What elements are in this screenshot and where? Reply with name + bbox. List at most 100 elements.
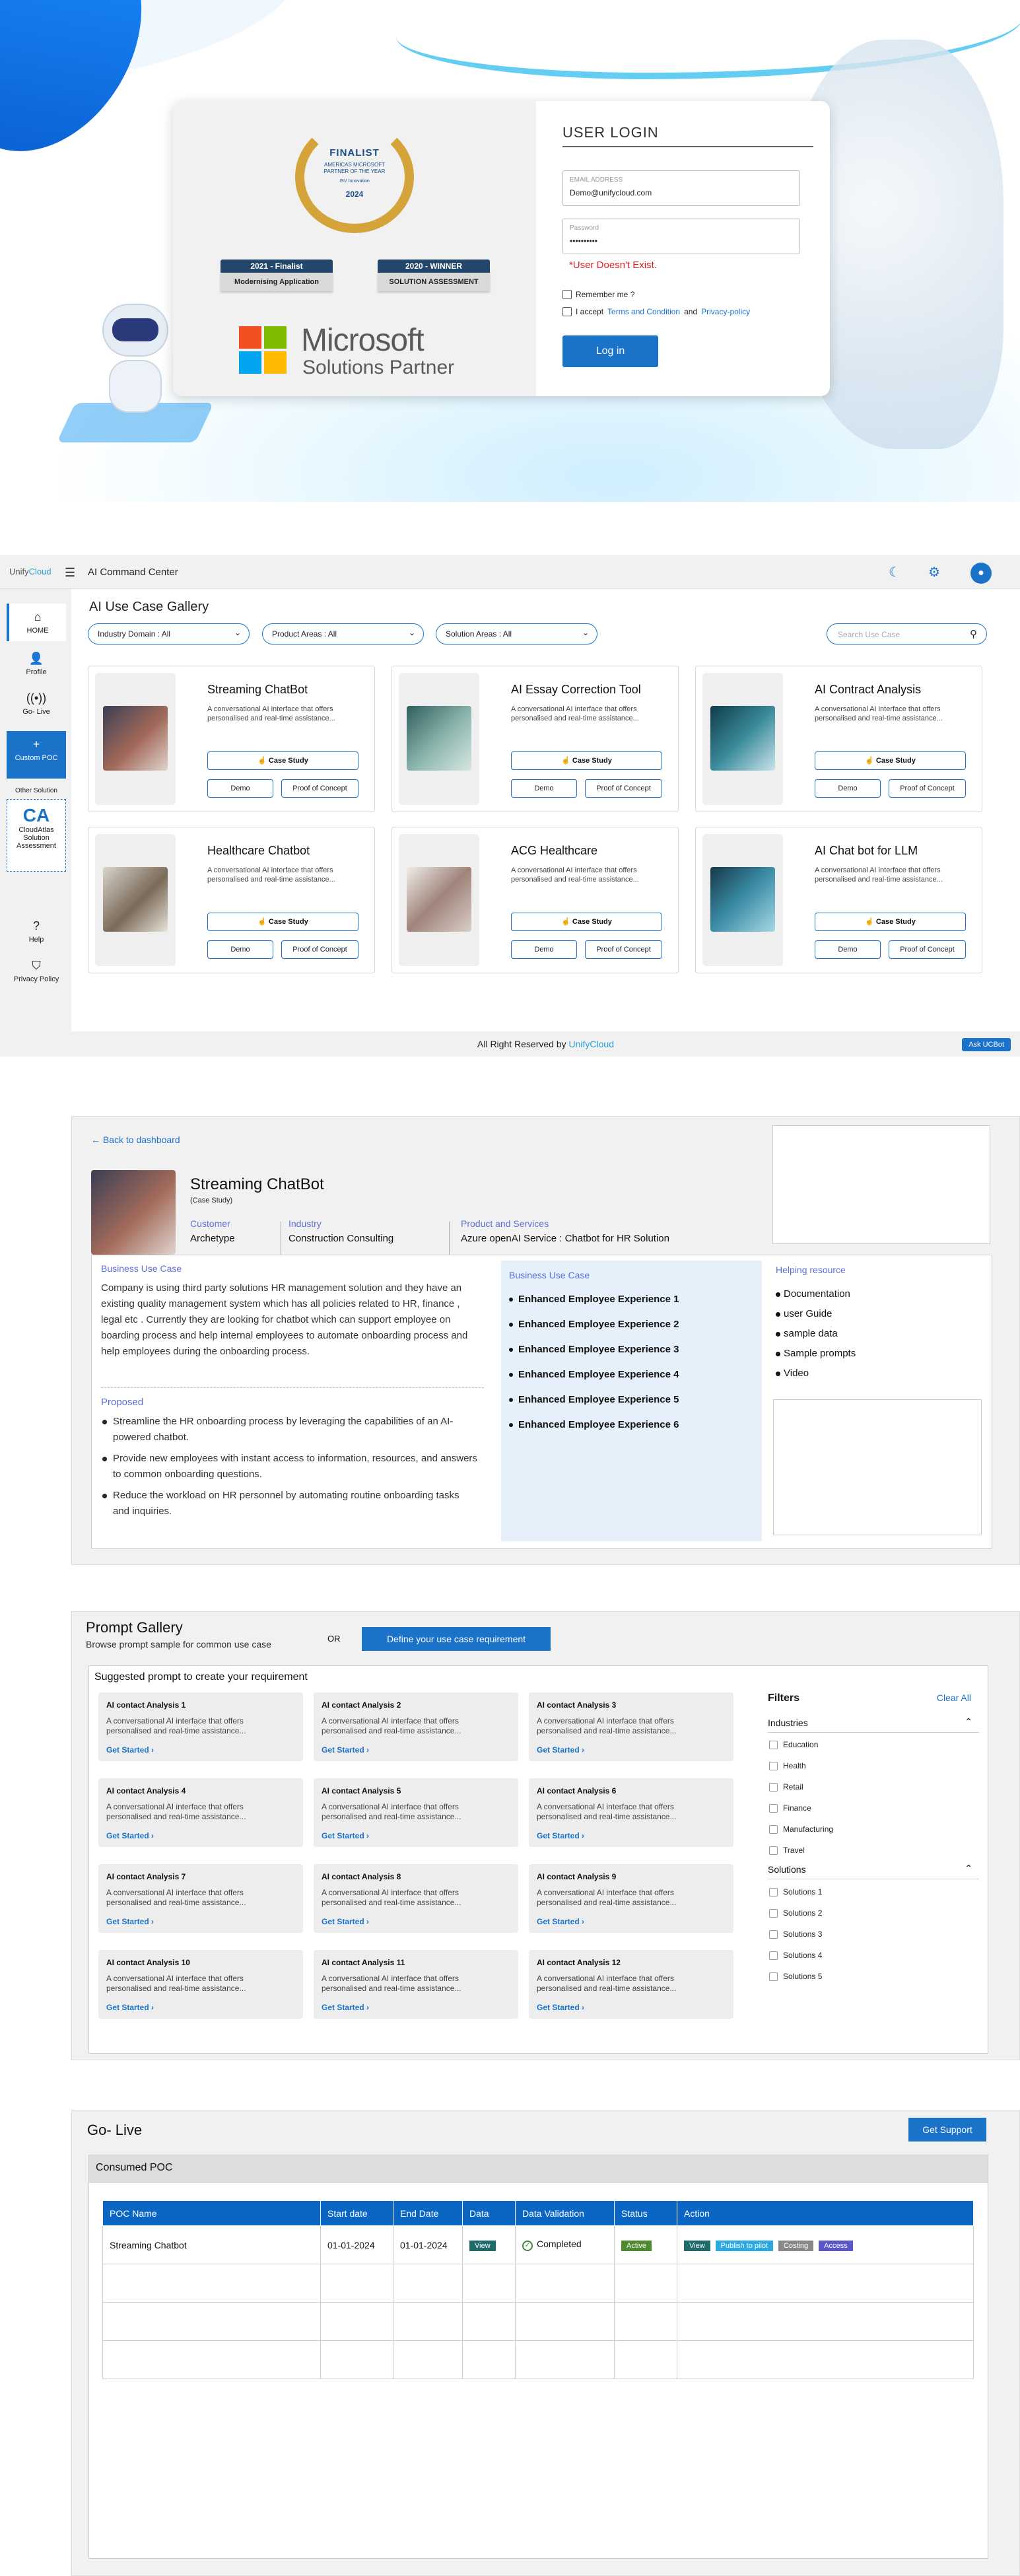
filter-option[interactable]: Finance [769, 1803, 811, 1813]
gear-icon[interactable]: ⚙ [924, 563, 944, 582]
get-started-link[interactable]: Get Started › [322, 1917, 369, 1926]
filter-option[interactable]: Retail [769, 1782, 803, 1792]
get-started-link[interactable]: Get Started › [106, 1745, 154, 1755]
search-input[interactable]: Search Use Case ⚲ [827, 623, 987, 644]
sidebar-item-cloudatlas[interactable]: CA CloudAtlas Solution Assessment [7, 799, 66, 872]
filter-checkbox[interactable] [769, 1908, 778, 1918]
sidebar-item-custom-poc[interactable]: + Custom POC [7, 731, 66, 779]
filter-option[interactable]: Travel [769, 1846, 805, 1855]
get-started-link[interactable]: Get Started › [537, 1745, 584, 1755]
filter-option[interactable]: Health [769, 1761, 806, 1770]
get-started-link[interactable]: Get Started › [537, 1831, 584, 1840]
filter-option[interactable]: Solutions 3 [769, 1930, 822, 1939]
get-support-button[interactable]: Get Support [908, 2118, 986, 2141]
use-case-card[interactable]: AI Contract Analysis A conversational AI… [695, 666, 982, 812]
get-started-link[interactable]: Get Started › [106, 2003, 154, 2012]
prompt-card[interactable]: AI contact Analysis 3 A conversational A… [529, 1692, 733, 1761]
back-link[interactable]: ← Back to dashboard [91, 1134, 180, 1145]
filter-checkbox[interactable] [769, 1782, 778, 1792]
case-study-button[interactable]: ☝ Case Study [815, 751, 966, 770]
filter-checkbox[interactable] [769, 1846, 778, 1855]
solution-areas-dropdown[interactable]: Solution Areas : All ⌄ [436, 623, 597, 644]
demo-button[interactable]: Demo [511, 940, 577, 959]
prompt-card[interactable]: AI contact Analysis 8 A conversational A… [314, 1864, 518, 1933]
access-button[interactable]: Access [819, 2240, 853, 2251]
data-view-button[interactable]: View [469, 2240, 496, 2251]
case-study-button[interactable]: ☝ Case Study [511, 913, 662, 931]
sidebar-item-home[interactable]: ⌂ HOME [7, 604, 66, 641]
filter-option[interactable]: Solutions 1 [769, 1887, 822, 1897]
search-icon[interactable]: ⚲ [970, 628, 977, 640]
sidebar-item-profile[interactable]: 👤 Profile [7, 652, 66, 676]
use-case-card[interactable]: Healthcare Chatbot A conversational AI i… [88, 827, 375, 973]
prompt-card[interactable]: AI contact Analysis 1 A conversational A… [98, 1692, 303, 1761]
define-use-case-button[interactable]: Define your use case requirement [362, 1627, 551, 1651]
menu-icon[interactable]: ☰ [65, 566, 75, 580]
get-started-link[interactable]: Get Started › [322, 1745, 369, 1755]
remember-checkbox[interactable] [562, 290, 572, 299]
password-field[interactable]: Password •••••••••• [562, 219, 800, 254]
filter-option[interactable]: Solutions 2 [769, 1908, 822, 1918]
email-field[interactable]: EMAIL ADDRESS Demo@unifycloud.com [562, 170, 800, 206]
demo-button[interactable]: Demo [511, 779, 577, 798]
costing-button[interactable]: Costing [778, 2240, 814, 2251]
filter-option[interactable]: Solutions 5 [769, 1972, 822, 1981]
solutions-group[interactable]: Solutions ⌃ [768, 1863, 979, 1875]
clear-all-link[interactable]: Clear All [937, 1692, 971, 1703]
case-study-button[interactable]: ☝ Case Study [207, 913, 358, 931]
proof-of-concept-button[interactable]: Proof of Concept [889, 779, 966, 798]
proof-of-concept-button[interactable]: Proof of Concept [281, 940, 358, 959]
terms-checkbox[interactable] [562, 307, 572, 316]
proof-of-concept-button[interactable]: Proof of Concept [585, 940, 662, 959]
prompt-card[interactable]: AI contact Analysis 12 A conversational … [529, 1950, 733, 2019]
use-case-card[interactable]: AI Essay Correction Tool A conversationa… [391, 666, 679, 812]
resource-link[interactable]: Video [776, 1368, 856, 1387]
demo-button[interactable]: Demo [815, 940, 881, 959]
prompt-card[interactable]: AI contact Analysis 2 A conversational A… [314, 1692, 518, 1761]
proof-of-concept-button[interactable]: Proof of Concept [281, 779, 358, 798]
filter-checkbox[interactable] [769, 1825, 778, 1834]
sidebar-item-help[interactable]: ? Help [7, 919, 66, 944]
sidebar-item-privacy[interactable]: ⛉ Privacy Policy [7, 959, 66, 983]
prompt-card[interactable]: AI contact Analysis 10 A conversational … [98, 1950, 303, 2019]
filter-option[interactable]: Solutions 4 [769, 1951, 822, 1960]
sidebar-item-golive[interactable]: ((•)) Go- Live [7, 691, 66, 716]
industry-domain-dropdown[interactable]: Industry Domain : All ⌄ [88, 623, 250, 644]
login-button[interactable]: Log in [562, 335, 658, 367]
resource-link[interactable]: Documentation [776, 1288, 856, 1308]
case-study-button[interactable]: ☝ Case Study [511, 751, 662, 770]
filter-checkbox[interactable] [769, 1740, 778, 1749]
resource-link[interactable]: user Guide [776, 1308, 856, 1328]
filter-checkbox[interactable] [769, 1930, 778, 1939]
filter-checkbox[interactable] [769, 1972, 778, 1981]
get-started-link[interactable]: Get Started › [106, 1831, 154, 1840]
use-case-card[interactable]: ACG Healthcare A conversational AI inter… [391, 827, 679, 973]
view-button[interactable]: View [684, 2240, 710, 2251]
case-study-button[interactable]: ☝ Case Study [815, 913, 966, 931]
ask-ucbot-button[interactable]: Ask UCBot [962, 1038, 1011, 1051]
filter-checkbox[interactable] [769, 1761, 778, 1770]
filter-checkbox[interactable] [769, 1887, 778, 1897]
prompt-card[interactable]: AI contact Analysis 7 A conversational A… [98, 1864, 303, 1933]
prompt-card[interactable]: AI contact Analysis 11 A conversational … [314, 1950, 518, 2019]
demo-button[interactable]: Demo [207, 779, 273, 798]
proof-of-concept-button[interactable]: Proof of Concept [585, 779, 662, 798]
filter-option[interactable]: Manufacturing [769, 1825, 833, 1834]
case-study-button[interactable]: ☝ Case Study [207, 751, 358, 770]
filter-checkbox[interactable] [769, 1803, 778, 1813]
filter-option[interactable]: Education [769, 1740, 818, 1749]
prompt-card[interactable]: AI contact Analysis 6 A conversational A… [529, 1778, 733, 1847]
dark-mode-icon[interactable]: ☾ [885, 563, 904, 582]
proof-of-concept-button[interactable]: Proof of Concept [889, 940, 966, 959]
accept-terms[interactable]: I accept Terms and Condition and Privacy… [562, 307, 750, 316]
get-started-link[interactable]: Get Started › [106, 1917, 154, 1926]
get-started-link[interactable]: Get Started › [322, 1831, 369, 1840]
resource-link[interactable]: sample data [776, 1328, 856, 1348]
remember-me[interactable]: Remember me ? [562, 290, 634, 299]
demo-button[interactable]: Demo [207, 940, 273, 959]
user-avatar-icon[interactable]: ● [970, 563, 992, 584]
use-case-card[interactable]: AI Chat bot for LLM A conversational AI … [695, 827, 982, 973]
publish-to-pilot-button[interactable]: Publish to pilot [715, 2240, 774, 2251]
prompt-card[interactable]: AI contact Analysis 9 A conversational A… [529, 1864, 733, 1933]
demo-button[interactable]: Demo [815, 779, 881, 798]
